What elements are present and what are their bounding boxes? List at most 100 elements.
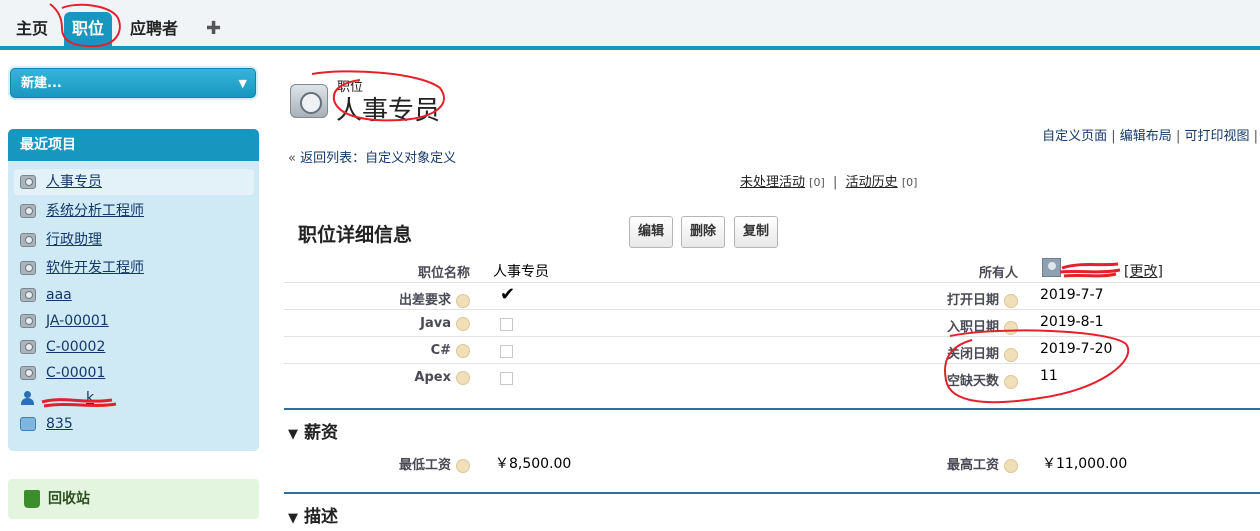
help-icon[interactable] [456,316,470,331]
recent-item[interactable]: 835 [14,411,254,437]
camera-icon [20,288,36,302]
field-label: 最高工资 [947,454,1018,473]
activity-history-link[interactable]: 活动历史 [846,175,898,190]
field-label: 入职日期 [947,316,1018,335]
recent-item[interactable]: 行政助理 [14,227,254,253]
min-salary-value: ￥8,500.00 [495,456,572,472]
field-label-text: 入职日期 [946,320,999,335]
tab-home[interactable]: 主页 [8,12,56,46]
open-date-value: 2019-7-7 [1040,287,1104,303]
help-icon[interactable] [1004,347,1018,362]
hire-date-value: 2019-8-1 [1040,314,1104,330]
help-icon[interactable] [456,343,470,358]
field-row: 出差要求 ✔ 打开日期 2019-7-7 [284,283,1260,310]
field-label: Java [420,316,470,331]
back-to-list-link[interactable]: 返回列表：自定义对象定义 [300,151,456,166]
field-label: 出差要求 [399,289,470,308]
salary-section-title: 薪资 [304,423,338,443]
field-label-text: 最高工资 [946,458,999,473]
recent-item-link[interactable]: k [46,390,94,406]
camera-icon [20,366,36,380]
vacancy-days-value: 11 [1040,368,1058,384]
help-icon[interactable] [1004,458,1018,473]
create-new-dropdown[interactable]: 新建... ▼ [10,68,256,98]
open-activities-link[interactable]: 未处理活动 [740,175,805,190]
help-icon[interactable] [456,458,470,473]
create-new-label: 新建... [21,76,62,91]
position-name-value: 人事专员 [493,264,549,280]
plus-icon[interactable]: ✚ [206,18,221,39]
help-icon[interactable] [456,293,470,308]
field-label-text: 关闭日期 [946,347,999,362]
recent-item-link[interactable]: 软件开发工程师 [46,260,144,276]
recent-item-link[interactable]: 人事专员 [46,174,102,190]
person-icon [20,391,36,405]
printable-view-link[interactable]: 可打印视图 [1184,129,1249,144]
field-label: 空缺天数 [947,370,1018,389]
field-label-text: 空缺天数 [946,374,999,389]
recent-item-link[interactable]: JA-00001 [46,313,109,329]
collapse-triangle-icon: ▼ [288,511,298,526]
field-label: 职位名称 [417,266,470,281]
activity-links: 未处理活动 [0] | 活动历史 [0] [740,175,918,190]
folder-icon [20,417,36,431]
description-section-header[interactable]: ▼ 描述 [288,502,338,527]
field-label-text: Apex [414,370,451,385]
recycle-bin-label: 回收站 [48,491,90,507]
recent-item-link[interactable]: 行政助理 [46,232,102,248]
recent-item[interactable]: C-00001 [14,360,254,386]
recent-item[interactable]: aaa [14,282,254,308]
java-checkbox [500,318,513,331]
recent-item[interactable]: 人事专员 [14,169,254,195]
camera-icon [20,204,36,218]
owner-name-redacted[interactable] [1064,261,1120,275]
back-to-list: « 返回列表：自定义对象定义 [288,147,456,166]
help-icon[interactable] [1004,374,1018,389]
recent-item-link[interactable]: aaa [46,287,72,303]
avatar [1042,258,1061,277]
owner-change-link[interactable]: [更改] [1124,261,1163,281]
delete-button[interactable]: 删除 [681,216,726,248]
max-salary-value: ￥11,000.00 [1042,456,1128,472]
recycle-bin[interactable]: 回收站 [8,479,259,519]
recent-item-link[interactable]: 835 [46,416,73,432]
recent-item[interactable]: 软件开发工程师 [14,255,254,281]
sidebar: 新建... ▼ 最近项目 人事专员 系统分析工程师 行政助理 软件开发工程师 a… [0,54,272,531]
collapse-triangle-icon: ▼ [288,427,298,442]
recent-item-link[interactable]: C-00002 [46,339,105,355]
close-date-value: 2019-7-20 [1040,341,1113,357]
tab-candidates[interactable]: 应聘者 [122,12,186,46]
main-content: 职位 人事专员 自定义页面 | 编辑布局 | 可打印视图 | « 返回列表：自定… [272,54,1260,531]
field-label: 打开日期 [947,289,1018,308]
clone-button[interactable]: 复制 [734,216,779,248]
edit-layout-link[interactable]: 编辑布局 [1120,129,1172,144]
recent-item[interactable]: JA-00001 [14,308,254,334]
recent-item-link[interactable]: C-00001 [46,365,105,381]
field-label: 最低工资 [399,454,470,473]
help-icon[interactable] [1004,293,1018,308]
tab-positions[interactable]: 职位 [64,12,113,46]
field-row: Java 入职日期 2019-8-1 [284,310,1260,337]
recent-item[interactable]: k [14,385,254,411]
recent-items-title: 最近项目 [8,129,259,161]
camera-icon [20,233,36,247]
apex-checkbox [500,372,513,385]
help-icon[interactable] [456,370,470,385]
detail-section-title: 职位详细信息 [298,224,413,246]
camera-icon [20,340,36,354]
edit-button[interactable]: 编辑 [629,216,674,248]
recent-item[interactable]: C-00002 [14,334,254,360]
field-row: C# 关闭日期 2019-7-20 [284,337,1260,364]
field-row: 职位名称 人事专员 所有人 [更改] [284,256,1260,283]
field-label-text: C# [430,343,451,358]
help-icon[interactable] [1004,320,1018,335]
recent-item-link[interactable]: 系统分析工程师 [46,203,144,219]
description-section-title: 描述 [304,507,338,527]
page-links: 自定义页面 | 编辑布局 | 可打印视图 | [1042,129,1258,144]
field-label-text: 打开日期 [946,293,999,308]
salary-section-header[interactable]: ▼ 薪资 [288,418,338,443]
field-label-text: 最低工资 [398,458,451,473]
customize-page-link[interactable]: 自定义页面 [1042,129,1107,144]
recent-item[interactable]: 系统分析工程师 [14,198,254,224]
csharp-checkbox [500,345,513,358]
